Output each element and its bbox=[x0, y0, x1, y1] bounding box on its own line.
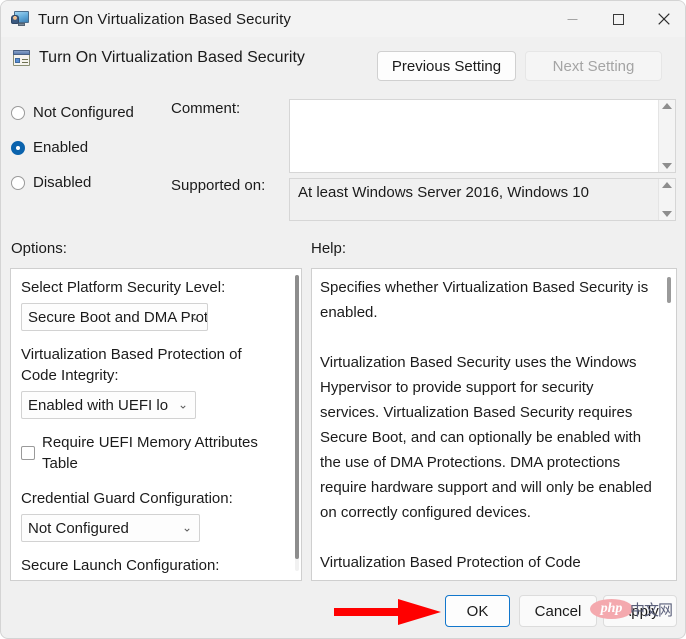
platform-security-level-label: Select Platform Security Level: bbox=[21, 279, 226, 296]
supported-on-field: At least Windows Server 2016, Windows 10 bbox=[289, 178, 676, 221]
code-integrity-value: Enabled with UEFI lo bbox=[28, 396, 169, 414]
scroll-down-icon[interactable] bbox=[662, 163, 672, 169]
page-title: Turn On Virtualization Based Security bbox=[39, 49, 305, 66]
help-panel: Specifies whether Virtualization Based S… bbox=[311, 268, 677, 581]
policy-setting-dialog: Turn On Virtualization Based Security Tu… bbox=[0, 0, 686, 639]
maximize-icon[interactable] bbox=[595, 1, 641, 37]
radio-not-configured-dot bbox=[11, 105, 25, 120]
comment-scrollbar[interactable] bbox=[658, 100, 675, 172]
cancel-button[interactable]: Cancel bbox=[519, 595, 597, 627]
previous-setting-button[interactable]: Previous Setting bbox=[377, 51, 516, 81]
ok-button[interactable]: OK bbox=[445, 595, 510, 627]
credential-guard-label: Credential Guard Configuration: bbox=[21, 490, 233, 507]
chevron-down-icon: ⌄ bbox=[189, 309, 200, 324]
scroll-up-icon[interactable] bbox=[662, 182, 672, 188]
close-icon[interactable] bbox=[641, 1, 685, 37]
options-scrollbar-thumb[interactable] bbox=[295, 275, 299, 559]
secure-launch-label: Secure Launch Configuration: bbox=[21, 557, 220, 574]
window-title: Turn On Virtualization Based Security bbox=[38, 10, 291, 28]
scroll-up-icon[interactable] bbox=[662, 103, 672, 109]
credential-guard-dropdown[interactable]: Not Configured ⌄ bbox=[21, 514, 200, 542]
options-scrollbar[interactable] bbox=[295, 275, 299, 571]
next-setting-button: Next Setting bbox=[525, 51, 662, 81]
code-integrity-dropdown[interactable]: Enabled with UEFI lo ⌄ bbox=[21, 391, 196, 419]
chevron-down-icon: ⌄ bbox=[181, 520, 192, 535]
radio-enabled-label: Enabled bbox=[33, 139, 89, 156]
help-paragraph-1: Specifies whether Virtualization Based S… bbox=[320, 279, 649, 321]
minimize-icon[interactable] bbox=[549, 1, 595, 37]
checkbox-box bbox=[21, 446, 35, 460]
chevron-down-icon: ⌄ bbox=[177, 397, 188, 412]
help-scrollbar-thumb[interactable] bbox=[667, 277, 671, 303]
platform-security-level-dropdown[interactable]: Secure Boot and DMA Prot ⌄ bbox=[21, 303, 208, 331]
title-bar: Turn On Virtualization Based Security bbox=[1, 1, 685, 37]
radio-enabled-dot bbox=[11, 140, 25, 155]
supported-on-value: At least Windows Server 2016, Windows 10 bbox=[298, 184, 589, 201]
radio-disabled-dot bbox=[11, 175, 25, 190]
credential-guard-value: Not Configured bbox=[28, 519, 129, 537]
supported-on-scrollbar[interactable] bbox=[658, 179, 675, 220]
radio-not-configured-label: Not Configured bbox=[33, 104, 134, 121]
policy-monitor-icon bbox=[11, 10, 29, 28]
uefi-memory-attributes-label: Require UEFI Memory Attributes Table bbox=[42, 434, 258, 472]
apply-button[interactable]: Apply bbox=[603, 595, 677, 627]
code-integrity-label: Virtualization Based Protection of Code … bbox=[21, 346, 242, 384]
comment-label: Comment: bbox=[171, 100, 241, 117]
radio-not-configured[interactable]: Not Configured bbox=[11, 104, 134, 121]
comment-field[interactable] bbox=[289, 99, 676, 173]
scroll-down-icon[interactable] bbox=[662, 211, 672, 217]
window-controls bbox=[549, 1, 685, 37]
uefi-memory-attributes-checkbox[interactable]: Require UEFI Memory Attributes Table bbox=[21, 432, 273, 474]
radio-disabled-label: Disabled bbox=[33, 174, 92, 191]
annotation-arrow-icon bbox=[334, 597, 442, 627]
radio-enabled[interactable]: Enabled bbox=[11, 139, 88, 156]
help-paragraph-3: Virtualization Based Protection of Code bbox=[320, 554, 581, 571]
options-label: Options: bbox=[11, 240, 67, 257]
help-scrollbar[interactable] bbox=[667, 277, 671, 574]
group-policy-setting-icon bbox=[12, 48, 31, 67]
supported-on-label: Supported on: bbox=[171, 177, 266, 194]
options-panel: Select Platform Security Level: Secure B… bbox=[10, 268, 302, 581]
help-label: Help: bbox=[311, 240, 347, 257]
radio-disabled[interactable]: Disabled bbox=[11, 174, 91, 191]
platform-security-level-value: Secure Boot and DMA Prot bbox=[28, 308, 208, 326]
help-paragraph-2: Virtualization Based Security uses the W… bbox=[320, 354, 652, 521]
